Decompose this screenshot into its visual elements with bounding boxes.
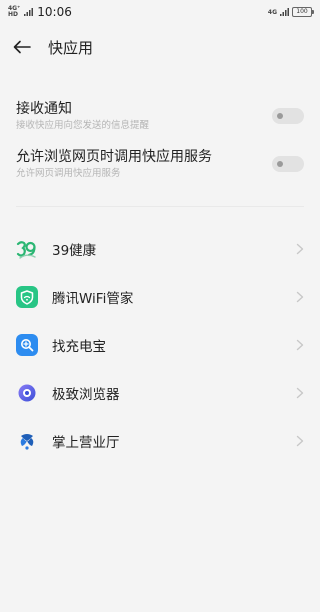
setting-title: 允许浏览网页时调用快应用服务 bbox=[16, 148, 212, 165]
unicom-knot-icon bbox=[16, 430, 38, 452]
arrow-left-icon bbox=[13, 40, 31, 54]
setting-title: 接收通知 bbox=[16, 100, 72, 117]
shield-wifi-icon bbox=[16, 286, 38, 308]
page-title: 快应用 bbox=[48, 38, 94, 57]
app-name: 找充电宝 bbox=[52, 339, 106, 355]
battery-icon: 100 bbox=[292, 7, 314, 17]
setting-text: 接收通知 接收快应用向您发送的信息提醒 bbox=[16, 100, 149, 133]
app-name: 极致浏览器 bbox=[52, 387, 120, 403]
hd-text: HD bbox=[8, 11, 19, 18]
setting-text: 允许浏览网页时调用快应用服务 允许网页调用快应用服务 bbox=[16, 148, 212, 181]
app-item-find-power-bank[interactable]: 找充电宝 bbox=[0, 321, 320, 369]
notifications-toggle[interactable] bbox=[272, 108, 304, 124]
setting-allow-web-call[interactable]: 允许浏览网页时调用快应用服务 允许网页调用快应用服务 bbox=[0, 140, 320, 188]
app-header: 快应用 bbox=[0, 24, 320, 70]
web-call-toggle[interactable] bbox=[272, 156, 304, 172]
toggle-knob bbox=[277, 113, 283, 119]
chevron-right-icon bbox=[296, 243, 304, 255]
settings-section: 接收通知 接收快应用向您发送的信息提醒 允许浏览网页时调用快应用服务 允许网页调… bbox=[0, 92, 320, 188]
back-button[interactable] bbox=[10, 35, 34, 59]
chevron-right-icon bbox=[296, 339, 304, 351]
signal-indicator: 4G⁺ HD bbox=[8, 6, 20, 18]
setting-description: 接收快应用向您发送的信息提醒 bbox=[16, 119, 150, 131]
app-name: 掌上营业厅 bbox=[52, 435, 120, 451]
chevron-right-icon bbox=[296, 435, 304, 447]
chevron-right-icon bbox=[296, 291, 304, 303]
signal-bars-icon bbox=[24, 8, 34, 16]
status-bar: 4G⁺ HD 10:06 4G 100 bbox=[0, 0, 320, 24]
app-item-extreme-browser[interactable]: 极致浏览器 bbox=[0, 369, 320, 417]
network-type: 4G bbox=[267, 8, 277, 16]
signal-strength-icon bbox=[280, 8, 289, 16]
toggle-knob bbox=[277, 161, 283, 167]
chevron-right-icon bbox=[296, 387, 304, 399]
screen: 4G⁺ HD 10:06 4G 100 快应用 接收通知 接收快应用向您发送的信… bbox=[0, 0, 320, 612]
search-plus-icon bbox=[16, 334, 38, 356]
app-item-tencent-wifi[interactable]: 腾讯WiFi管家 bbox=[0, 273, 320, 321]
39-health-icon bbox=[16, 238, 38, 260]
browser-orb-icon bbox=[16, 382, 38, 404]
setting-receive-notifications[interactable]: 接收通知 接收快应用向您发送的信息提醒 bbox=[0, 92, 320, 140]
app-item-mobile-service-hall[interactable]: 掌上营业厅 bbox=[0, 417, 320, 465]
quick-app-list: 39健康 腾讯WiFi管家 找充电宝 极致浏览器 掌上营业厅 bbox=[0, 225, 320, 465]
status-time: 10:06 bbox=[37, 5, 72, 19]
app-name: 腾讯WiFi管家 bbox=[52, 291, 134, 307]
app-item-39-health[interactable]: 39健康 bbox=[0, 225, 320, 273]
setting-description: 允许网页调用快应用服务 bbox=[16, 167, 121, 179]
app-name: 39健康 bbox=[52, 243, 97, 259]
status-right: 4G 100 bbox=[267, 7, 314, 17]
section-divider bbox=[16, 206, 304, 207]
status-left: 4G⁺ HD 10:06 bbox=[8, 5, 72, 19]
